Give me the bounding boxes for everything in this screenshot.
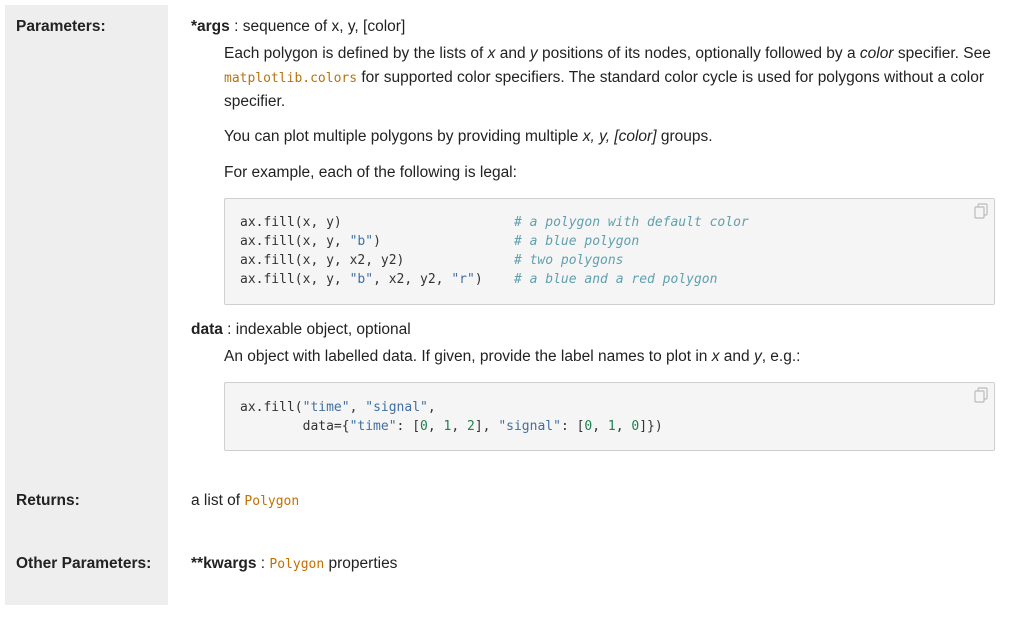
- args-description-3: For example, each of the following is le…: [224, 164, 517, 181]
- code-string: "b": [349, 234, 374, 249]
- code-number: 0: [584, 419, 593, 434]
- code-comment: # a blue and a red polygon: [513, 272, 718, 287]
- code-number: 1: [607, 419, 616, 434]
- data-param-type: indexable object, optional: [235, 321, 411, 338]
- args-description-1: Each polygon is defined by the lists of …: [224, 42, 994, 114]
- code-number: 0: [420, 419, 428, 434]
- copy-icon[interactable]: [974, 203, 988, 219]
- kwargs-description: **kwargs : Polygon properties: [191, 555, 397, 573]
- code-line: ax.fill(x, y) # a polygon with default c…: [240, 215, 749, 230]
- code-number: 1: [443, 419, 452, 434]
- text-fragment: specifier. See: [893, 45, 991, 62]
- text-fragment: groups.: [656, 128, 713, 145]
- data-param-name: data: [191, 321, 223, 338]
- code-comment: # a blue polygon: [513, 234, 640, 249]
- data-code: ax.fill("time", "signal", data={"time": …: [225, 383, 994, 436]
- parameters-label: Parameters:: [16, 18, 106, 35]
- code-string: "r": [451, 272, 475, 287]
- text-fragment: and: [719, 348, 754, 365]
- em-y: y: [753, 348, 762, 365]
- code-line: ax.fill("time", "signal",: [240, 400, 436, 415]
- copy-icon[interactable]: [974, 387, 988, 403]
- code-number: 2: [467, 419, 475, 434]
- em-groups: x, y, [color]: [582, 128, 657, 145]
- separator: :: [256, 555, 270, 572]
- text-fragment: An object with labelled data. If given, …: [224, 348, 712, 365]
- matplotlib-colors-link[interactable]: matplotlib.colors: [224, 71, 357, 86]
- text-fragment: You can plot multiple polygons by provid…: [224, 128, 583, 145]
- code-line: ax.fill(x, y, "b") # a blue polygon: [240, 234, 640, 249]
- code-line: ax.fill(x, y, "b", x2, y2, "r") # a blue…: [240, 272, 718, 287]
- args-param-heading: *args : sequence of x, y, [color]: [191, 18, 406, 35]
- code-string: "time": [349, 419, 397, 434]
- code-line: data={"time": [0, 1, 2], "signal": [0, 1…: [240, 419, 663, 434]
- field-label-column: [5, 5, 168, 605]
- returns-description: a list of Polygon: [191, 492, 299, 510]
- returns-label: Returns:: [16, 492, 80, 509]
- data-description: An object with labelled data. If given, …: [224, 345, 994, 369]
- code-string: "time": [302, 400, 350, 415]
- args-code-block: ax.fill(x, y) # a polygon with default c…: [224, 198, 995, 305]
- code-string: "signal": [498, 419, 561, 434]
- code-string: "signal": [365, 400, 428, 415]
- args-param-type: sequence of x, y, [color]: [242, 18, 406, 35]
- args-description-2: You can plot multiple polygons by provid…: [224, 125, 994, 149]
- polygon-type-link[interactable]: Polygon: [244, 494, 299, 509]
- text-fragment: and: [495, 45, 530, 62]
- kwargs-tail: properties: [324, 555, 398, 572]
- code-line: ax.fill(x, y, x2, y2) # two polygons: [240, 253, 624, 268]
- code-comment: # two polygons: [513, 253, 624, 268]
- returns-text: a list of: [191, 492, 245, 509]
- text-fragment: , e.g.:: [761, 348, 801, 365]
- text-fragment: Each polygon is defined by the lists of: [224, 45, 488, 62]
- data-code-block: ax.fill("time", "signal", data={"time": …: [224, 382, 995, 451]
- code-string: "b": [349, 272, 374, 287]
- args-param-name: *args: [191, 18, 230, 35]
- args-code: ax.fill(x, y) # a polygon with default c…: [225, 199, 994, 289]
- code-comment: # a polygon with default color: [513, 215, 749, 230]
- kwargs-name: **kwargs: [191, 555, 257, 572]
- other-parameters-label: Other Parameters:: [16, 555, 152, 572]
- code-number: 0: [631, 419, 640, 434]
- text-fragment: positions of its nodes, optionally follo…: [537, 45, 860, 62]
- polygon-type-link[interactable]: Polygon: [269, 557, 324, 572]
- em-color: color: [859, 45, 894, 62]
- em-y: y: [529, 45, 538, 62]
- data-param-heading: data : indexable object, optional: [191, 321, 411, 338]
